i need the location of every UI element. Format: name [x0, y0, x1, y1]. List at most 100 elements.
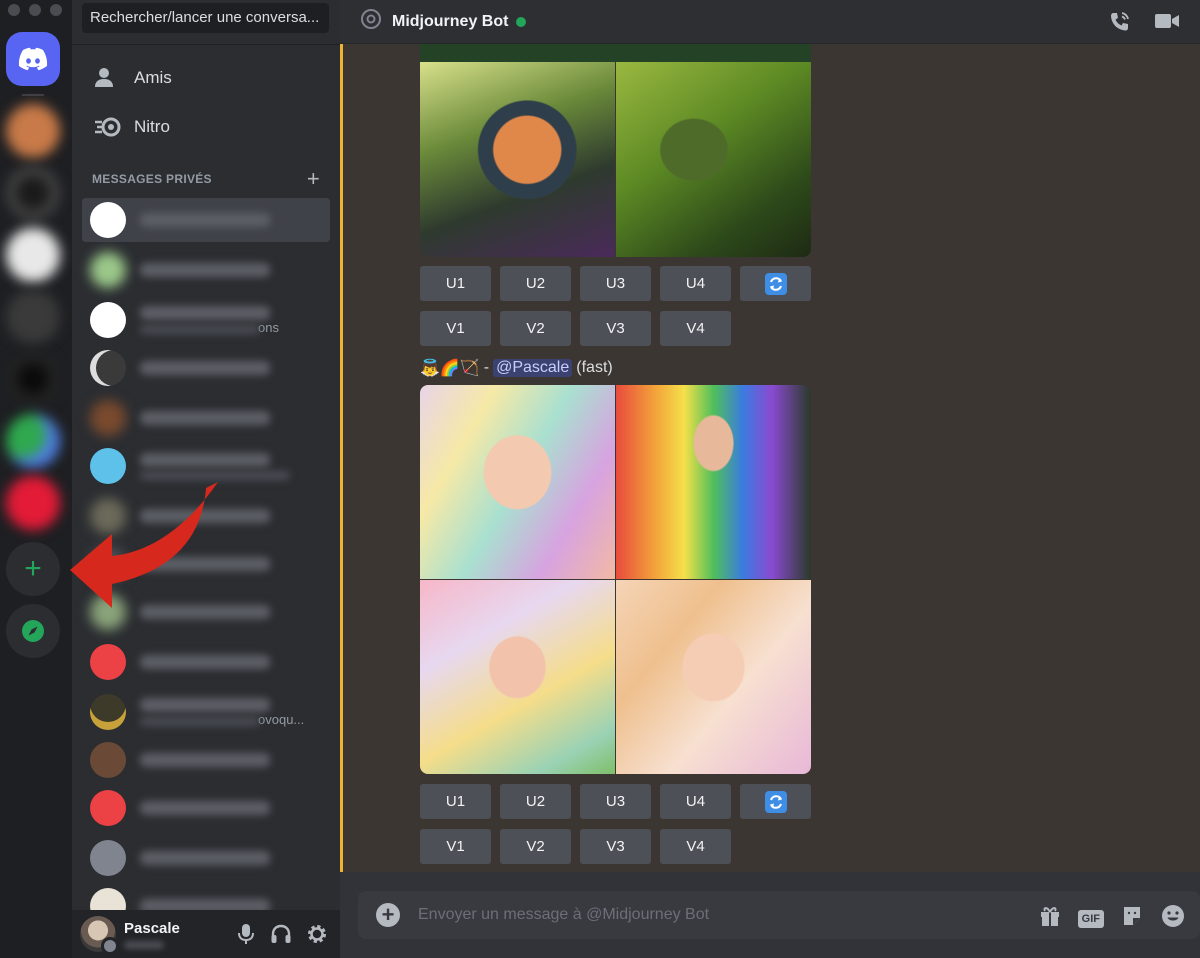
gift-icon[interactable]: [1038, 904, 1062, 933]
dm-item[interactable]: [82, 640, 330, 684]
message-input[interactable]: Envoyer un message à @Midjourney Bot: [418, 906, 709, 924]
chat-header: Midjourney Bot: [340, 0, 1200, 44]
dm-item[interactable]: ovoqu...: [82, 690, 330, 734]
image-tile-portrait-2[interactable]: [616, 385, 811, 579]
variation-1-button[interactable]: V1: [420, 829, 491, 864]
server-icon[interactable]: [6, 104, 60, 158]
dm-sidebar: Rechercher/lancer une conversa... Amis N…: [72, 0, 340, 958]
voice-call-icon[interactable]: [1108, 10, 1132, 39]
dm-item[interactable]: [82, 786, 330, 830]
server-icon[interactable]: [6, 166, 60, 220]
upscale-2-button[interactable]: U2: [500, 784, 571, 819]
friends-icon: [94, 67, 134, 89]
message-meta: 👼🌈🏹 - @Pascale (fast): [420, 358, 613, 378]
online-status-dot: [516, 16, 527, 27]
upscale-buttons-2: U1 U2 U3 U4: [420, 784, 811, 819]
microphone-icon[interactable]: [236, 923, 256, 950]
gif-button[interactable]: GIF: [1077, 909, 1104, 928]
image-tile-portrait-1[interactable]: [420, 385, 615, 579]
variation-3-button[interactable]: V3: [580, 311, 651, 346]
avatar: [90, 594, 126, 630]
user-avatar[interactable]: [80, 916, 119, 955]
section-title: MESSAGES PRIVÉS: [92, 172, 212, 186]
dm-name: [140, 655, 270, 669]
variation-4-button[interactable]: V4: [660, 311, 731, 346]
explore-servers-button[interactable]: [6, 604, 60, 658]
server-icon[interactable]: [6, 228, 60, 282]
dm-section-header: MESSAGES PRIVÉS +: [92, 166, 320, 192]
user-mention[interactable]: @Pascale: [493, 359, 573, 377]
nav-friends[interactable]: Amis: [82, 57, 330, 99]
server-icon[interactable]: [6, 290, 60, 344]
server-rail: +: [0, 0, 72, 958]
attach-plus-icon[interactable]: +: [376, 903, 400, 927]
dm-item-midjourney[interactable]: [82, 198, 330, 242]
channel-title: Midjourney Bot: [392, 12, 509, 30]
sticker-icon[interactable]: [1120, 904, 1144, 933]
dm-name: [140, 509, 270, 523]
image-tile-portrait-3[interactable]: [420, 580, 615, 774]
add-server-button[interactable]: +: [6, 542, 60, 596]
avatar: [90, 202, 126, 238]
server-icon[interactable]: [6, 476, 60, 530]
dm-name: [140, 263, 270, 277]
dm-item[interactable]: [82, 248, 330, 292]
dm-name: [140, 452, 270, 467]
composer-actions: GIF: [1038, 903, 1186, 934]
create-dm-plus-icon[interactable]: +: [307, 166, 320, 192]
divider: [72, 44, 340, 45]
variation-2-button[interactable]: V2: [500, 311, 571, 346]
variation-2-button[interactable]: V2: [500, 829, 571, 864]
upscale-4-button[interactable]: U4: [660, 266, 731, 301]
dm-item[interactable]: [82, 836, 330, 880]
dm-status: [140, 324, 260, 334]
reroll-button[interactable]: [740, 266, 811, 301]
upscale-4-button[interactable]: U4: [660, 784, 731, 819]
dm-item[interactable]: [82, 738, 330, 782]
upscale-2-button[interactable]: U2: [500, 266, 571, 301]
dm-item[interactable]: [82, 542, 330, 586]
upscale-3-button[interactable]: U3: [580, 784, 651, 819]
plus-icon: +: [24, 552, 42, 585]
dm-item[interactable]: [82, 590, 330, 634]
image-tile-ladybug[interactable]: [420, 62, 615, 257]
search-input[interactable]: Rechercher/lancer une conversa...: [82, 3, 329, 33]
avatar: [90, 498, 126, 534]
dm-item[interactable]: [82, 494, 330, 538]
variation-1-button[interactable]: V1: [420, 311, 491, 346]
generation-mode: (fast): [576, 359, 613, 376]
image-grid-2[interactable]: [420, 385, 811, 774]
avatar: [90, 400, 126, 436]
upscale-3-button[interactable]: U3: [580, 266, 651, 301]
settings-gear-icon[interactable]: [306, 923, 328, 950]
dm-item[interactable]: [82, 396, 330, 440]
rail-separator: [22, 94, 44, 96]
separator: -: [483, 359, 490, 376]
headphones-icon[interactable]: [270, 923, 292, 950]
dm-item[interactable]: ons: [82, 298, 330, 342]
video-call-icon[interactable]: [1154, 10, 1180, 39]
variation-3-button[interactable]: V3: [580, 829, 651, 864]
dm-name: [140, 305, 270, 320]
avatar: [90, 350, 126, 386]
image-grid-1[interactable]: [420, 62, 811, 257]
server-icon[interactable]: [6, 414, 60, 468]
upscale-1-button[interactable]: U1: [420, 784, 491, 819]
upscale-1-button[interactable]: U1: [420, 266, 491, 301]
nav-nitro[interactable]: Nitro: [82, 106, 330, 148]
image-tile-frog[interactable]: [616, 62, 811, 257]
reroll-button[interactable]: [740, 784, 811, 819]
maximize-window-button[interactable]: [50, 4, 62, 16]
dm-item[interactable]: [82, 346, 330, 390]
minimize-window-button[interactable]: [29, 4, 41, 16]
avatar: [90, 644, 126, 680]
image-tile-portrait-4[interactable]: [616, 580, 811, 774]
server-icon[interactable]: [6, 352, 60, 406]
home-button[interactable]: [6, 32, 60, 86]
variation-4-button[interactable]: V4: [660, 829, 731, 864]
dm-item[interactable]: [82, 444, 330, 488]
compass-icon: [22, 620, 44, 642]
close-window-button[interactable]: [8, 4, 20, 16]
emoji-icon[interactable]: [1160, 903, 1186, 934]
nav-label: Nitro: [134, 117, 170, 136]
